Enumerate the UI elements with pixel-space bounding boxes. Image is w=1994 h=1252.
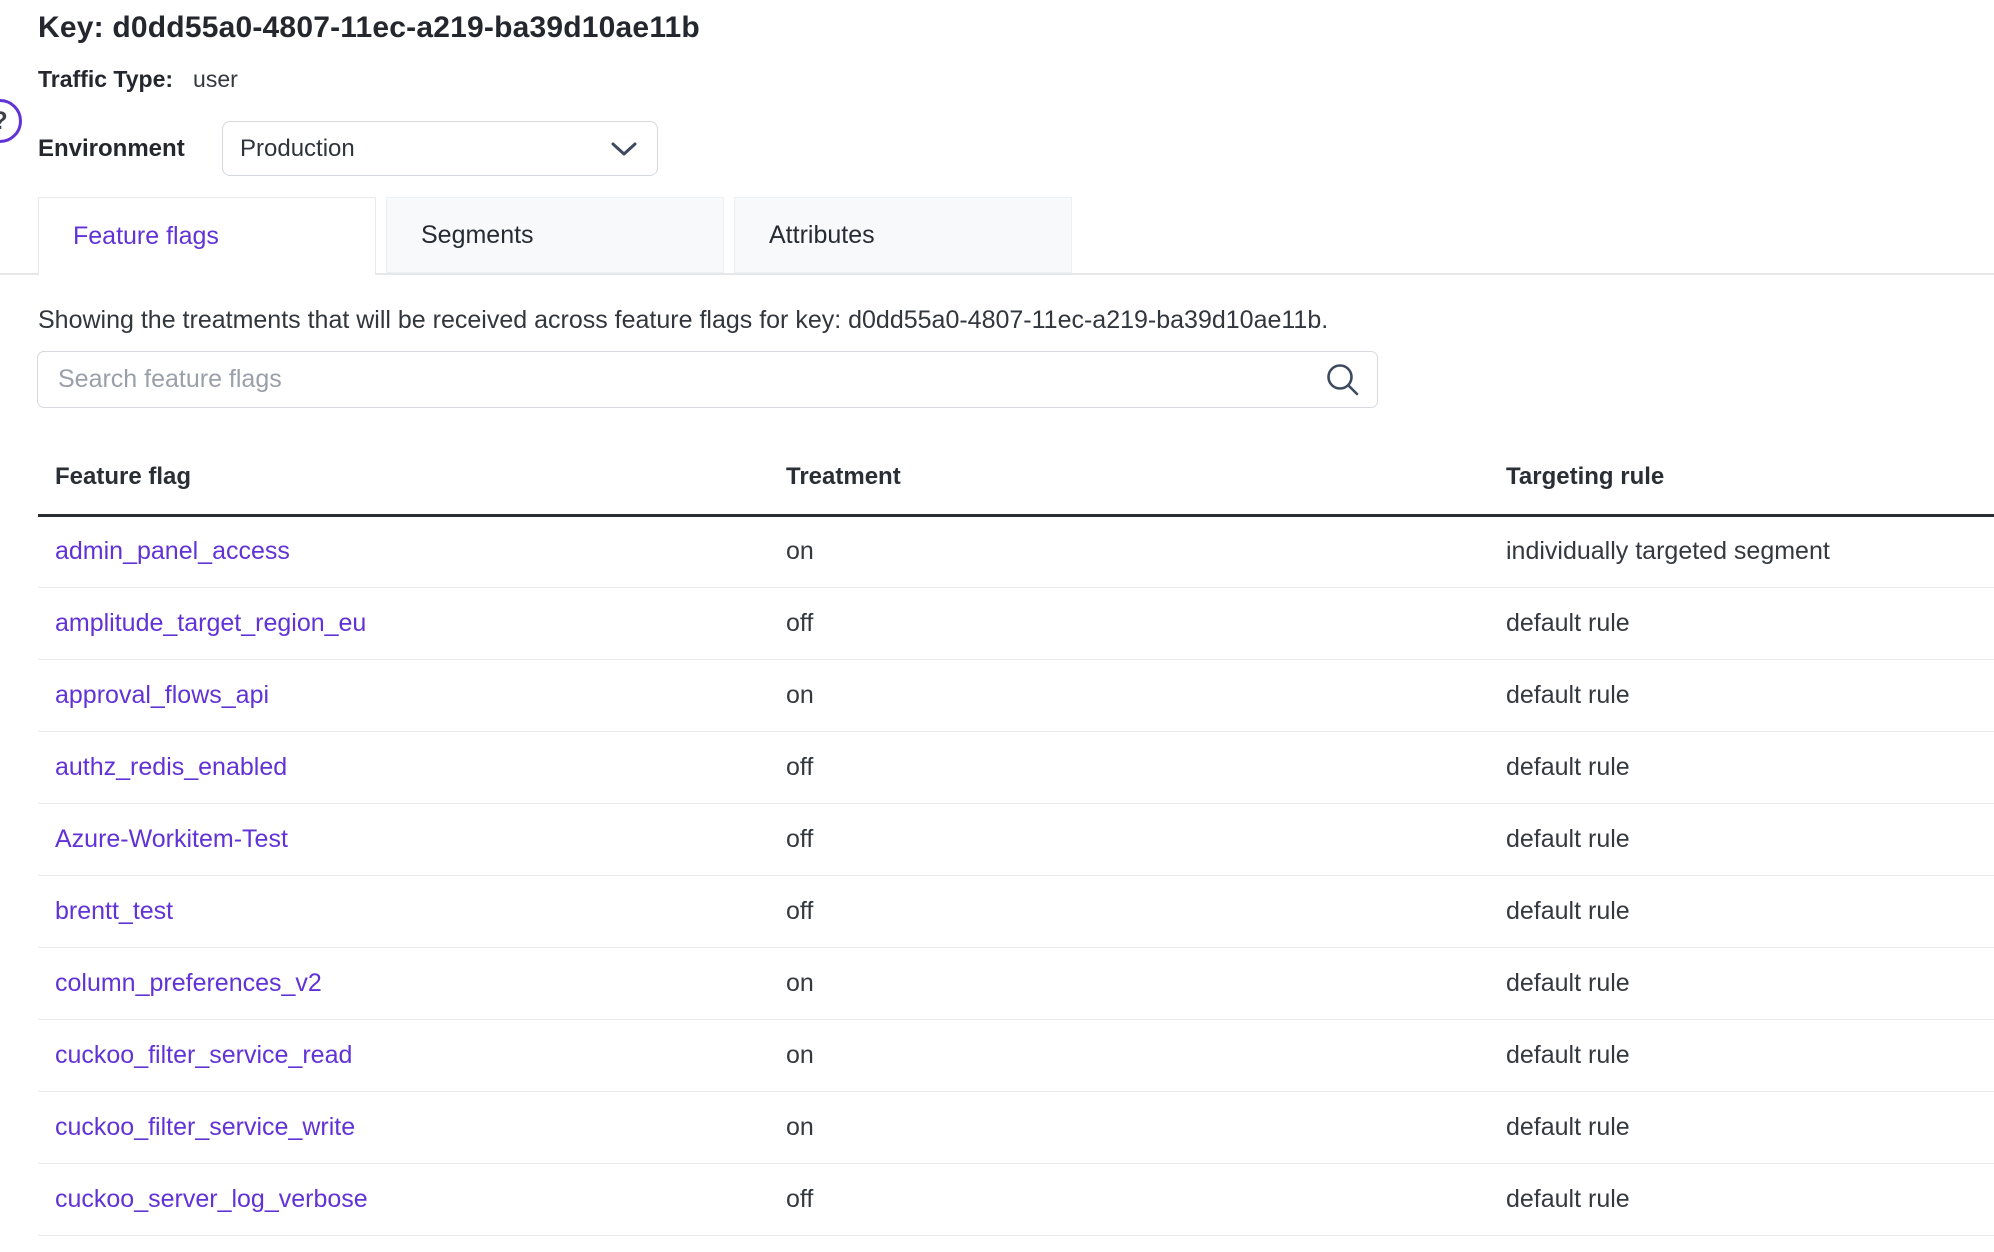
table-row: admin_panel_access on individually targe…: [38, 515, 1994, 587]
feature-flag-link[interactable]: amplitude_target_region_eu: [55, 609, 366, 637]
traffic-type-row: Traffic Type: user: [38, 63, 238, 95]
table-row: authz_redis_enabled off default rule: [38, 731, 1994, 803]
targeting-rule-value: default rule: [1506, 731, 1994, 803]
targeting-rule-value: default rule: [1506, 1019, 1994, 1091]
table-header-row: Feature flag Treatment Targeting rule: [38, 440, 1994, 515]
feature-flag-link[interactable]: cuckoo_server_log_verbose: [55, 1185, 368, 1213]
treatment-value: on: [786, 1019, 1506, 1091]
environment-select[interactable]: Production: [222, 121, 658, 176]
tab-label: Attributes: [769, 221, 875, 250]
chevron-down-icon: [609, 140, 639, 158]
tab-bar: Feature flags Segments Attributes: [0, 197, 1994, 275]
feature-flag-table: Feature flag Treatment Targeting rule ad…: [38, 440, 1994, 1236]
feature-flag-link[interactable]: column_preferences_v2: [55, 969, 322, 997]
targeting-rule-value: default rule: [1506, 947, 1994, 1019]
traffic-type-label: Traffic Type:: [38, 63, 173, 95]
treatment-value: on: [786, 1091, 1506, 1163]
targeting-rule-value: default rule: [1506, 803, 1994, 875]
page-title: Key: d0dd55a0-4807-11ec-a219-ba39d10ae11…: [38, 8, 700, 48]
feature-flag-link[interactable]: Azure-Workitem-Test: [55, 825, 288, 853]
treatment-value: on: [786, 515, 1506, 587]
traffic-type-value: user: [193, 63, 238, 95]
environment-label: Environment: [38, 135, 222, 163]
treatment-value: off: [786, 731, 1506, 803]
feature-flag-link[interactable]: approval_flows_api: [55, 681, 269, 709]
feature-flag-link[interactable]: authz_redis_enabled: [55, 753, 287, 781]
tab-attributes[interactable]: Attributes: [734, 197, 1072, 273]
tab-label: Feature flags: [73, 222, 219, 251]
targeting-rule-value: default rule: [1506, 875, 1994, 947]
magnifier-icon: [1322, 359, 1364, 401]
table-row: cuckoo_server_log_verbose off default ru…: [38, 1163, 1994, 1235]
column-header-targeting-rule: Targeting rule: [1506, 440, 1994, 515]
table-row: brentt_test off default rule: [38, 875, 1994, 947]
feature-flag-link[interactable]: admin_panel_access: [55, 537, 290, 565]
targeting-rule-value: default rule: [1506, 1163, 1994, 1235]
treatment-value: off: [786, 587, 1506, 659]
table-row: column_preferences_v2 on default rule: [38, 947, 1994, 1019]
column-header-treatment: Treatment: [786, 440, 1506, 515]
help-beacon-button[interactable]: ?: [0, 99, 22, 143]
tab-segments[interactable]: Segments: [386, 197, 724, 273]
table-row: amplitude_target_region_eu off default r…: [38, 587, 1994, 659]
feature-flag-link[interactable]: brentt_test: [55, 897, 173, 925]
targeting-rule-value: individually targeted segment: [1506, 515, 1994, 587]
targeting-rule-value: default rule: [1506, 1091, 1994, 1163]
table-row: cuckoo_filter_service_write on default r…: [38, 1091, 1994, 1163]
treatment-value: off: [786, 1163, 1506, 1235]
feature-flag-link[interactable]: cuckoo_filter_service_read: [55, 1041, 352, 1069]
environment-selected-value: Production: [240, 135, 355, 163]
question-mark-icon: ?: [0, 107, 8, 136]
targeting-rule-value: default rule: [1506, 587, 1994, 659]
treatment-value: on: [786, 659, 1506, 731]
table-row: approval_flows_api on default rule: [38, 659, 1994, 731]
search-container: [37, 351, 1378, 408]
treatment-value: off: [786, 803, 1506, 875]
column-header-feature-flag: Feature flag: [38, 440, 786, 515]
tab-label: Segments: [421, 221, 534, 250]
treatment-value: on: [786, 947, 1506, 1019]
treatment-value: off: [786, 875, 1506, 947]
search-input[interactable]: [37, 351, 1378, 408]
table-row: Azure-Workitem-Test off default rule: [38, 803, 1994, 875]
treatments-description: Showing the treatments that will be rece…: [38, 304, 1328, 336]
targeting-rule-value: default rule: [1506, 659, 1994, 731]
table-row: cuckoo_filter_service_read on default ru…: [38, 1019, 1994, 1091]
feature-flag-link[interactable]: cuckoo_filter_service_write: [55, 1113, 355, 1141]
environment-row: Environment Production: [38, 121, 658, 176]
tab-feature-flags[interactable]: Feature flags: [38, 197, 376, 275]
